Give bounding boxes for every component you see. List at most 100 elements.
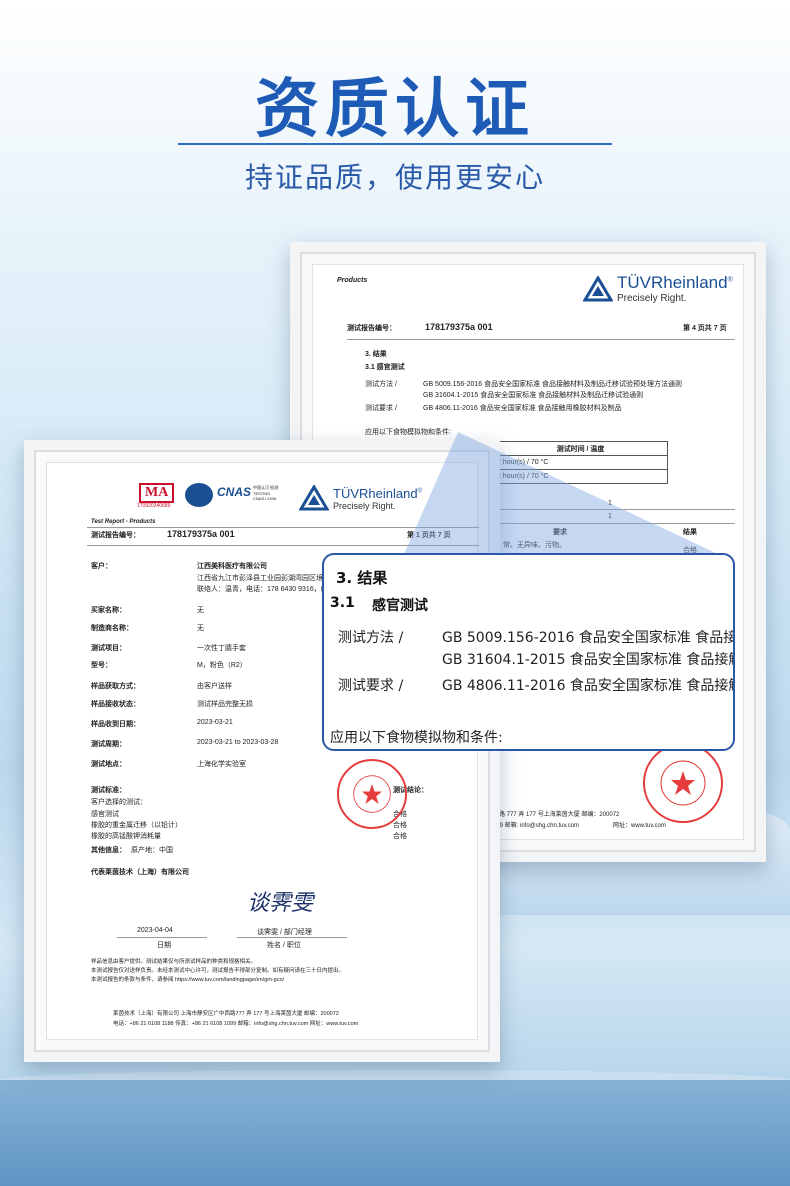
section-3-1: 3.1 感官测试 xyxy=(365,364,405,371)
back-email: 099 邮箱: info@shg.chn.tuv.com xyxy=(493,823,580,829)
signature: 谈霁雯 xyxy=(247,891,314,916)
test-1: 感官测试 xyxy=(91,811,119,818)
date-rule xyxy=(117,937,207,938)
zoom-callout: 3. 结果 3.1 感官测试 测试方法 / GB 5009.156-2016 食… xyxy=(322,553,735,751)
callout-section-title: 感官测试 xyxy=(372,598,428,614)
state-value: 测试样品完整无损 xyxy=(197,701,253,708)
signer-name: 谈霁雯 / 部门经理 xyxy=(257,929,312,936)
callout-method-label: 测试方法 / xyxy=(338,630,404,646)
hero-header: 资质认证 持证品质，使用更安心 xyxy=(0,0,790,230)
no-odor-text: 常、无异味、污物。 xyxy=(503,542,566,549)
title-divider xyxy=(178,143,612,145)
state-label: 样品接收状态： xyxy=(91,701,140,708)
requirement-col: 要求 xyxy=(553,529,567,536)
place-value: 上海化学实验室 xyxy=(197,761,246,768)
tuv-triangle-icon xyxy=(583,275,613,301)
front-certificate-frame: MA 170920340689 CNAS 中国认可 检测 TESTING CNA… xyxy=(24,440,500,1062)
tuv-triangle-icon xyxy=(299,485,329,511)
page-subtitle: 持证品质，使用更安心 xyxy=(244,161,545,194)
callout-simulant-label: 应用以下食物模拟物和条件: xyxy=(330,730,503,746)
maker-value: 无 xyxy=(197,625,204,632)
count-1: 1 xyxy=(608,500,612,507)
footer-company: 莱茵技术（上海）有限公司 上海市静安区广中西路777 弄 177 号上海莱茵大厦… xyxy=(113,1011,339,1017)
method-2: GB 31604.1-2015 食品安全国家标准 食品接触材料及制品迁移试验通则 xyxy=(423,392,644,399)
front-page-number: 第 1 页共 7 页 xyxy=(407,532,451,539)
section-3: 3. 结果 xyxy=(365,351,387,358)
tests-label: 测试标准： xyxy=(91,787,126,794)
front-certificate-paper: MA 170920340689 CNAS 中国认可 检测 TESTING CNA… xyxy=(46,462,479,1040)
count-2: 1 xyxy=(608,513,612,520)
seal-star-icon xyxy=(353,775,391,813)
callout-requirement-label: 测试要求 / xyxy=(338,678,404,694)
note-2: 本测试报告仅对送样负责。未经本测试中心许可，测试报告不得部分复制。如有疑问请在三… xyxy=(91,968,345,974)
page-title: 资质认证 xyxy=(255,73,535,147)
tuv-slogan-front: Precisely Right. xyxy=(333,500,396,511)
ma-number: 170920340689 xyxy=(137,503,171,509)
maker-label: 制造商名称： xyxy=(91,625,133,632)
result-col: 结果 xyxy=(683,529,697,536)
back-web: 网址：www.tuv.com xyxy=(613,823,666,829)
front-rule-2 xyxy=(87,545,479,546)
buyer-value: 无 xyxy=(197,607,204,614)
requirement-label: 测试要求 / xyxy=(365,405,397,412)
sign-date: 2023-04-04 xyxy=(137,927,173,934)
front-report-no-label: 测试报告编号： xyxy=(91,532,140,539)
pass-2: 合格 xyxy=(393,822,407,829)
method-label: 测试方法 / xyxy=(365,381,397,388)
period-label: 测试周期： xyxy=(91,741,126,748)
ilac-logo xyxy=(185,483,213,507)
date-label: 日期 xyxy=(157,942,171,949)
time-temp-table: 测试时间 / 温度 2 hour(s) / 70 °C 2 hour(s) / … xyxy=(493,441,668,484)
callout-requirement-1: GB 4806.11-2016 食品安全国家标准 食品接触 xyxy=(442,678,735,694)
signer-label: 姓名 / 职位 xyxy=(267,942,301,949)
obtain-label: 样品获取方式： xyxy=(91,683,140,690)
back-address: 西路 777 弄 177 号上海莱茵大厦 邮编：200072 xyxy=(493,812,620,818)
front-rule-top xyxy=(87,527,479,528)
callout-section-3: 3. 结果 xyxy=(336,569,388,587)
requirement-1: GB 4806.11-2016 食品安全国家标准 食品接触用橡胶材料及制品 xyxy=(423,405,622,412)
time-row-1: 2 hour(s) / 70 °C xyxy=(493,455,668,470)
client-contact: 联络人：温青，电话：178 6430 9316，邮 xyxy=(197,586,328,593)
tuv-slogan: Precisely Right. xyxy=(617,293,687,304)
item-label: 测试项目： xyxy=(91,645,126,652)
receive-value: 2023-03-21 xyxy=(197,719,233,726)
callout-method-1: GB 5009.156-2016 食品安全国家标准 食品接 xyxy=(442,630,735,646)
front-report-no: 178179375a 001 xyxy=(167,529,235,539)
footer-phone: 电话：+86 21 6108 1188 传真：+86 21 6108 1099 … xyxy=(113,1021,359,1027)
client-name: 江西美科医疗有限公司 xyxy=(197,563,267,570)
tuv-name-front: TÜVRheinland xyxy=(333,485,418,501)
seal-star-icon xyxy=(660,760,706,806)
podium-base xyxy=(0,1080,790,1186)
simulant-label: 应用以下食物模拟物和条件: xyxy=(365,429,451,436)
report-no-label: 测试报告编号： xyxy=(347,325,396,332)
test-report-label: Test Report - Products xyxy=(91,519,156,525)
inspection-seal-front xyxy=(337,759,407,829)
test-2: 橡胶的重金属迁移（以铅计） xyxy=(91,822,182,829)
client-address: 江西省九江市彭泽县工业园彭湖湾园区境太 xyxy=(197,575,330,582)
item-value: 一次性丁腈手套 xyxy=(197,645,246,652)
products-label: Products xyxy=(337,277,368,284)
method-1: GB 5009.156-2016 食品安全国家标准 食品接触材料及制品迁移试验预… xyxy=(423,381,683,388)
callout-method-2: GB 31604.1-2015 食品安全国家标准 食品接触 xyxy=(442,652,735,668)
table-head: 测试时间 / 温度 xyxy=(493,441,668,456)
note-1: 样品信息由客户提供。测试结果仅与所测试样品的种类和规格相关。 xyxy=(91,959,257,965)
cnas-sub: 中国认可 检测 TESTING CNAS L1936 xyxy=(253,485,279,501)
page-number: 第 4 页共 7 页 xyxy=(683,325,727,332)
model-label: 型号： xyxy=(91,662,112,669)
report-no: 178179375a 001 xyxy=(425,322,493,332)
inspection-seal-back xyxy=(643,743,723,823)
obtain-value: 由客户送样 xyxy=(197,683,232,690)
header-rule xyxy=(347,339,735,340)
note-3: 本测试报告的条款与条件，请参阅 https://www.tuv.com/land… xyxy=(91,977,285,983)
tuv-logo: TÜVRheinland® Precisely Right. xyxy=(583,273,733,304)
signer-org: 代表莱茵技术（上海）有限公司 xyxy=(91,869,189,876)
model-value: M，粉色（R2） xyxy=(197,662,247,669)
ma-logo: MA xyxy=(139,483,175,503)
test-3: 橡胶的高锰酸钾消耗量 xyxy=(91,833,161,840)
signer-rule xyxy=(237,937,347,938)
receive-label: 样品收到日期： xyxy=(91,721,140,728)
other-label: 其他信息： xyxy=(91,847,126,854)
other-value: 原产地：中国 xyxy=(131,847,173,854)
place-label: 测试地点： xyxy=(91,761,126,768)
tuv-logo-front: TÜVRheinland® Precisely Right. xyxy=(299,485,422,511)
